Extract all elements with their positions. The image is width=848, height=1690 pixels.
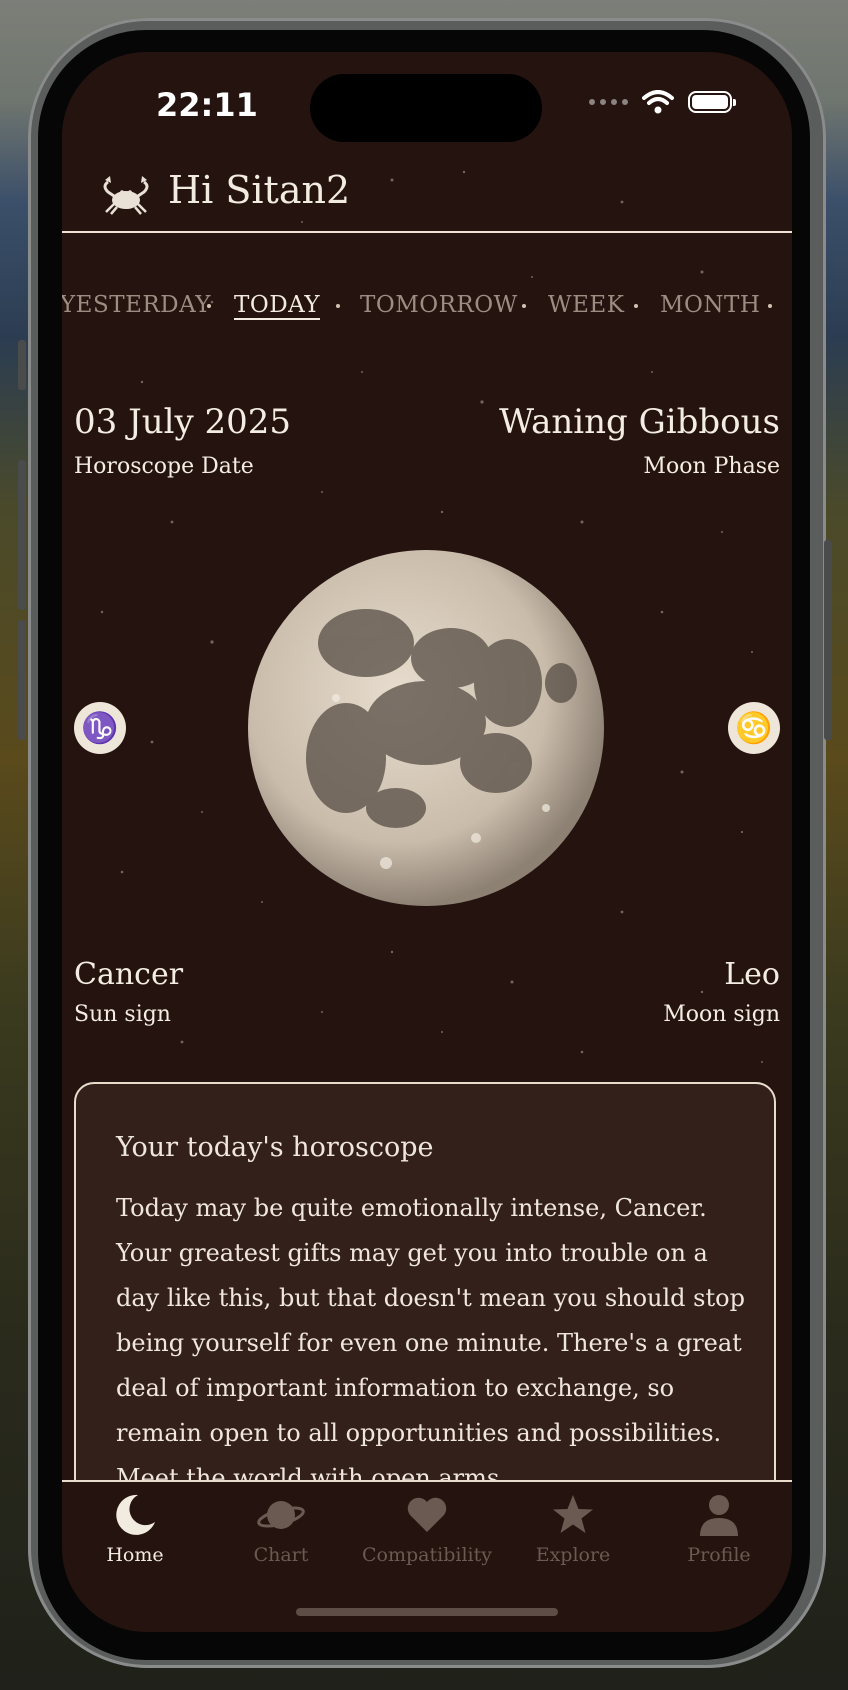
heart-icon <box>407 1497 447 1532</box>
moon-sign-value: Leo <box>724 957 780 992</box>
tab-separator <box>768 304 772 308</box>
action-button <box>18 340 26 390</box>
moon-icon <box>116 1494 155 1535</box>
capricorn-icon[interactable]: ♑ <box>74 702 126 754</box>
tab-separator <box>634 304 638 308</box>
horoscope-card: Your today's horoscope Today may be quit… <box>74 1082 776 1502</box>
horoscope-card-body: Today may be quite emotionally intense, … <box>116 1194 745 1492</box>
tab-today[interactable]: TODAY <box>234 292 320 318</box>
moon-phase-label: Moon Phase <box>643 454 780 479</box>
volume-up-button <box>18 460 26 610</box>
planet-icon <box>257 1501 305 1529</box>
nav-label: Explore <box>535 1544 611 1566</box>
cancer-icon[interactable]: ♋ <box>728 702 780 754</box>
star-icon <box>553 1495 593 1533</box>
tab-week[interactable]: WEEK <box>548 292 624 318</box>
status-icons <box>589 90 736 114</box>
cellular-signal-icon <box>589 99 628 105</box>
power-button <box>824 540 832 740</box>
horoscope-card-title: Your today's horoscope <box>116 1132 434 1163</box>
nav-chart[interactable]: Chart <box>208 1492 354 1566</box>
crab-icon <box>103 176 149 215</box>
nav-label: Profile <box>687 1544 751 1566</box>
dynamic-island <box>310 74 542 142</box>
nav-explore[interactable]: Explore <box>500 1492 646 1566</box>
wifi-icon <box>642 90 674 114</box>
app-header: Hi Sitan2 <box>62 162 792 284</box>
sun-sign-label: Sun sign <box>74 1002 171 1027</box>
nav-profile[interactable]: Profile <box>646 1492 792 1566</box>
person-icon <box>700 1495 738 1536</box>
tab-separator <box>522 304 526 308</box>
greeting-title: Hi Sitan2 <box>168 168 351 212</box>
horoscope-date-label: Horoscope Date <box>74 454 254 479</box>
nav-label: Compatibility <box>362 1544 492 1566</box>
moon-sign-label: Moon sign <box>663 1002 780 1027</box>
status-time: 22:11 <box>156 86 258 124</box>
tab-month[interactable]: MONTH <box>660 292 760 318</box>
nav-home[interactable]: Home <box>62 1492 208 1566</box>
moon-image <box>248 550 604 906</box>
nav-label: Chart <box>253 1544 309 1566</box>
app-screen: 22:11 Hi Sitan2 YESTERDAY TODAY TOMORROW… <box>62 52 792 1632</box>
nav-label: Home <box>106 1544 164 1566</box>
horoscope-date-value: 03 July 2025 <box>74 402 292 442</box>
moon-phase-value: Waning Gibbous <box>499 402 780 442</box>
tab-separator <box>207 304 211 308</box>
period-tabs: YESTERDAY TODAY TOMORROW WEEK MONTH <box>62 292 792 332</box>
header-divider <box>62 231 792 233</box>
tab-separator <box>336 304 340 308</box>
battery-icon <box>688 91 736 113</box>
tab-tomorrow[interactable]: TOMORROW <box>360 292 518 318</box>
nav-compatibility[interactable]: Compatibility <box>354 1492 500 1566</box>
home-indicator[interactable] <box>296 1608 558 1616</box>
sun-sign-value: Cancer <box>74 957 184 992</box>
tab-yesterday[interactable]: YESTERDAY <box>62 292 211 318</box>
volume-down-button <box>18 620 26 740</box>
